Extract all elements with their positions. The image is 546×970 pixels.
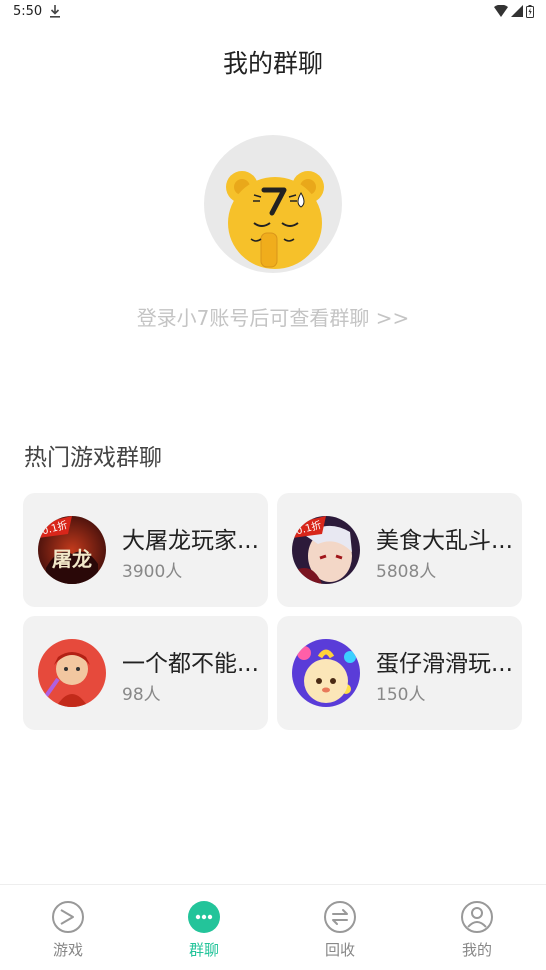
food-brawl-game-icon: 0.1折 bbox=[292, 516, 360, 584]
nav-item-profile[interactable]: 我的 bbox=[409, 885, 545, 970]
status-bar: 5:50 bbox=[0, 0, 546, 24]
download-icon bbox=[50, 5, 60, 18]
group-card[interactable]: 一个都不能... 98人 bbox=[23, 616, 268, 730]
cat-mascot-icon bbox=[226, 171, 324, 269]
game-icon bbox=[52, 901, 84, 933]
profile-icon bbox=[461, 901, 493, 933]
svg-text:屠龙: 屠龙 bbox=[52, 547, 92, 571]
group-member-count: 98人 bbox=[122, 685, 161, 705]
status-time: 5:50 bbox=[13, 4, 43, 19]
login-prompt-link[interactable]: 登录小7账号后可查看群聊 >> bbox=[0, 302, 546, 331]
group-member-count: 150人 bbox=[376, 685, 426, 705]
recycle-icon bbox=[324, 901, 356, 933]
nav-item-games[interactable]: 游戏 bbox=[0, 885, 136, 970]
group-card[interactable]: 0.1折 美食大乱斗... 5808人 bbox=[277, 493, 522, 607]
chat-icon bbox=[188, 901, 220, 933]
page: 5:50 我的群聊 登录小7账号后可查看群聊 >> 热门游戏群聊 0.1折 屠龙… bbox=[0, 0, 546, 970]
page-title: 我的群聊 bbox=[222, 49, 323, 78]
game-avatar: 0.1折 屠龙 bbox=[38, 516, 106, 584]
nav-label: 群聊 bbox=[188, 941, 219, 959]
wifi-icon bbox=[494, 5, 508, 17]
group-card[interactable]: 0.1折 屠龙 大屠龙玩家... 3900人 bbox=[23, 493, 268, 607]
section-title: 热门游戏群聊 bbox=[24, 445, 162, 471]
game-avatar bbox=[38, 639, 106, 707]
nav-label: 我的 bbox=[461, 941, 492, 959]
eggy-party-game-icon bbox=[292, 639, 360, 707]
game-avatar: 0.1折 bbox=[292, 516, 360, 584]
bottom-nav: 游戏 群聊 回收 我的 bbox=[0, 884, 546, 970]
nav-label: 回收 bbox=[324, 941, 355, 959]
mascot-avatar bbox=[204, 135, 342, 273]
nav-item-recycle[interactable]: 回收 bbox=[272, 885, 408, 970]
group-name: 大屠龙玩家... bbox=[122, 528, 259, 554]
group-member-count: 5808人 bbox=[376, 562, 437, 582]
group-name: 蛋仔滑滑玩... bbox=[376, 651, 513, 677]
group-member-count: 3900人 bbox=[122, 562, 183, 582]
status-icons bbox=[494, 4, 534, 18]
signal-icon bbox=[511, 5, 523, 17]
group-card[interactable]: 蛋仔滑滑玩... 150人 bbox=[277, 616, 522, 730]
hero-game-icon bbox=[38, 639, 106, 707]
battery-icon bbox=[526, 4, 534, 18]
group-name: 一个都不能... bbox=[122, 651, 259, 677]
game-avatar bbox=[292, 639, 360, 707]
dragon-game-icon: 0.1折 屠龙 bbox=[38, 516, 106, 584]
nav-label: 游戏 bbox=[52, 941, 83, 959]
group-name: 美食大乱斗... bbox=[376, 528, 513, 554]
nav-item-group-chat[interactable]: 群聊 bbox=[136, 885, 272, 970]
